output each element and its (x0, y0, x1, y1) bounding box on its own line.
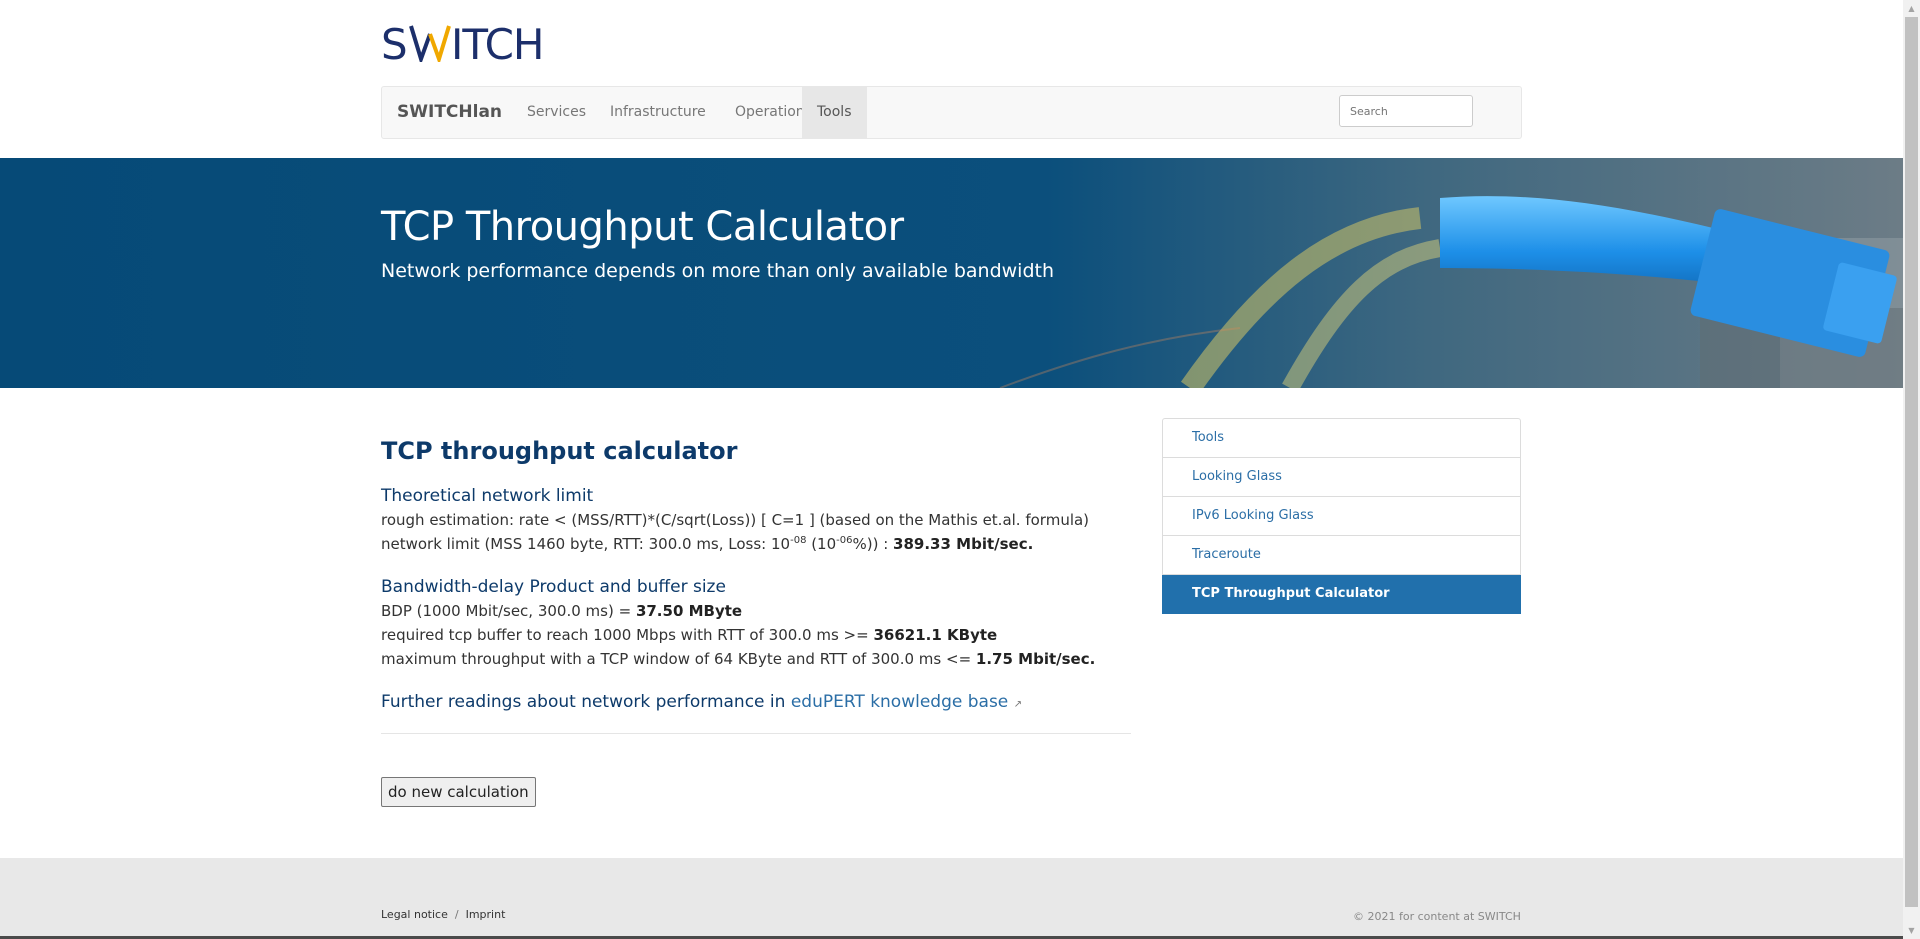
nav-item-tools[interactable]: Tools (802, 87, 867, 138)
nav-item-infrastructure[interactable]: Infrastructure (595, 87, 721, 138)
switch-logo[interactable]: S ITCH (381, 22, 561, 62)
bdp-text: BDP (1000 Mbit/sec, 300.0 ms) = 37.50 MB… (381, 602, 743, 620)
new-calculation-button[interactable]: do new calculation (381, 777, 536, 807)
max-throughput-value: 1.75 Mbit/sec. (975, 650, 1096, 668)
hero-subtitle: Network performance depends on more than… (381, 260, 1055, 282)
scrollbar-thumb[interactable] (1905, 17, 1918, 907)
page-title: TCP throughput calculator (381, 437, 738, 465)
vertical-scrollbar[interactable]: ▲ ▼ (1903, 0, 1920, 939)
tcp-buffer-text: required tcp buffer to reach 1000 Mbps w… (381, 626, 998, 644)
tcp-buffer-value: 36621.1 KByte (873, 626, 998, 644)
imprint-link[interactable]: Imprint (466, 908, 506, 921)
further-readings: Further readings about network performan… (381, 692, 1023, 712)
network-limit-text: network limit (MSS 1460 byte, RTT: 300.0… (381, 535, 1034, 553)
page: S ITCH SWITCHlan Services Infrastructure… (0, 0, 1903, 939)
top-navbar: SWITCHlan Services Infrastructure Operat… (381, 86, 1522, 139)
section-heading-network-limit: Theoretical network limit (381, 486, 594, 506)
navbar-brand[interactable]: SWITCHlan (397, 87, 502, 138)
scroll-up-arrow-icon[interactable]: ▲ (1903, 0, 1920, 17)
edupert-link[interactable]: eduPERT knowledge base (791, 692, 1008, 712)
hero-banner: TCP Throughput Calculator Network perfor… (0, 158, 1903, 388)
divider (381, 733, 1131, 734)
footer-separator: / (454, 908, 459, 921)
copyright-text: © 2021 for content at SWITCH (1353, 910, 1521, 923)
sidebar-item-looking-glass[interactable]: Looking Glass (1162, 458, 1521, 497)
svg-text:ITCH: ITCH (451, 22, 544, 62)
legal-notice-link[interactable]: Legal notice (381, 908, 448, 921)
sidebar-item-traceroute[interactable]: Traceroute (1162, 536, 1521, 575)
search-input[interactable] (1339, 95, 1473, 127)
external-link-icon: ↗ (1013, 699, 1023, 710)
hero-title: TCP Throughput Calculator (381, 204, 904, 250)
estimation-formula-text: rough estimation: rate < (MSS/RTT)*(C/sq… (381, 511, 1090, 529)
nav-item-services[interactable]: Services (512, 87, 601, 138)
network-limit-value: 389.33 Mbit/sec. (893, 535, 1034, 553)
sidebar-item-ipv6-looking-glass[interactable]: IPv6 Looking Glass (1162, 497, 1521, 536)
scroll-down-arrow-icon[interactable]: ▼ (1903, 922, 1920, 939)
footer-links: Legal notice / Imprint (381, 908, 505, 921)
logo-w-mark (409, 25, 451, 62)
footer: Legal notice / Imprint © 2021 for content … (0, 858, 1903, 939)
bdp-value: 37.50 MByte (635, 602, 743, 620)
sidebar-item-tools[interactable]: Tools (1162, 418, 1521, 458)
svg-text:S: S (381, 22, 407, 62)
max-throughput-text: maximum throughput with a TCP window of … (381, 650, 1096, 668)
sidebar-nav: Tools Looking Glass IPv6 Looking Glass T… (1162, 418, 1521, 614)
sidebar-item-tcp-throughput-calculator[interactable]: TCP Throughput Calculator (1162, 575, 1521, 614)
section-heading-bdp: Bandwidth-delay Product and buffer size (381, 577, 726, 597)
